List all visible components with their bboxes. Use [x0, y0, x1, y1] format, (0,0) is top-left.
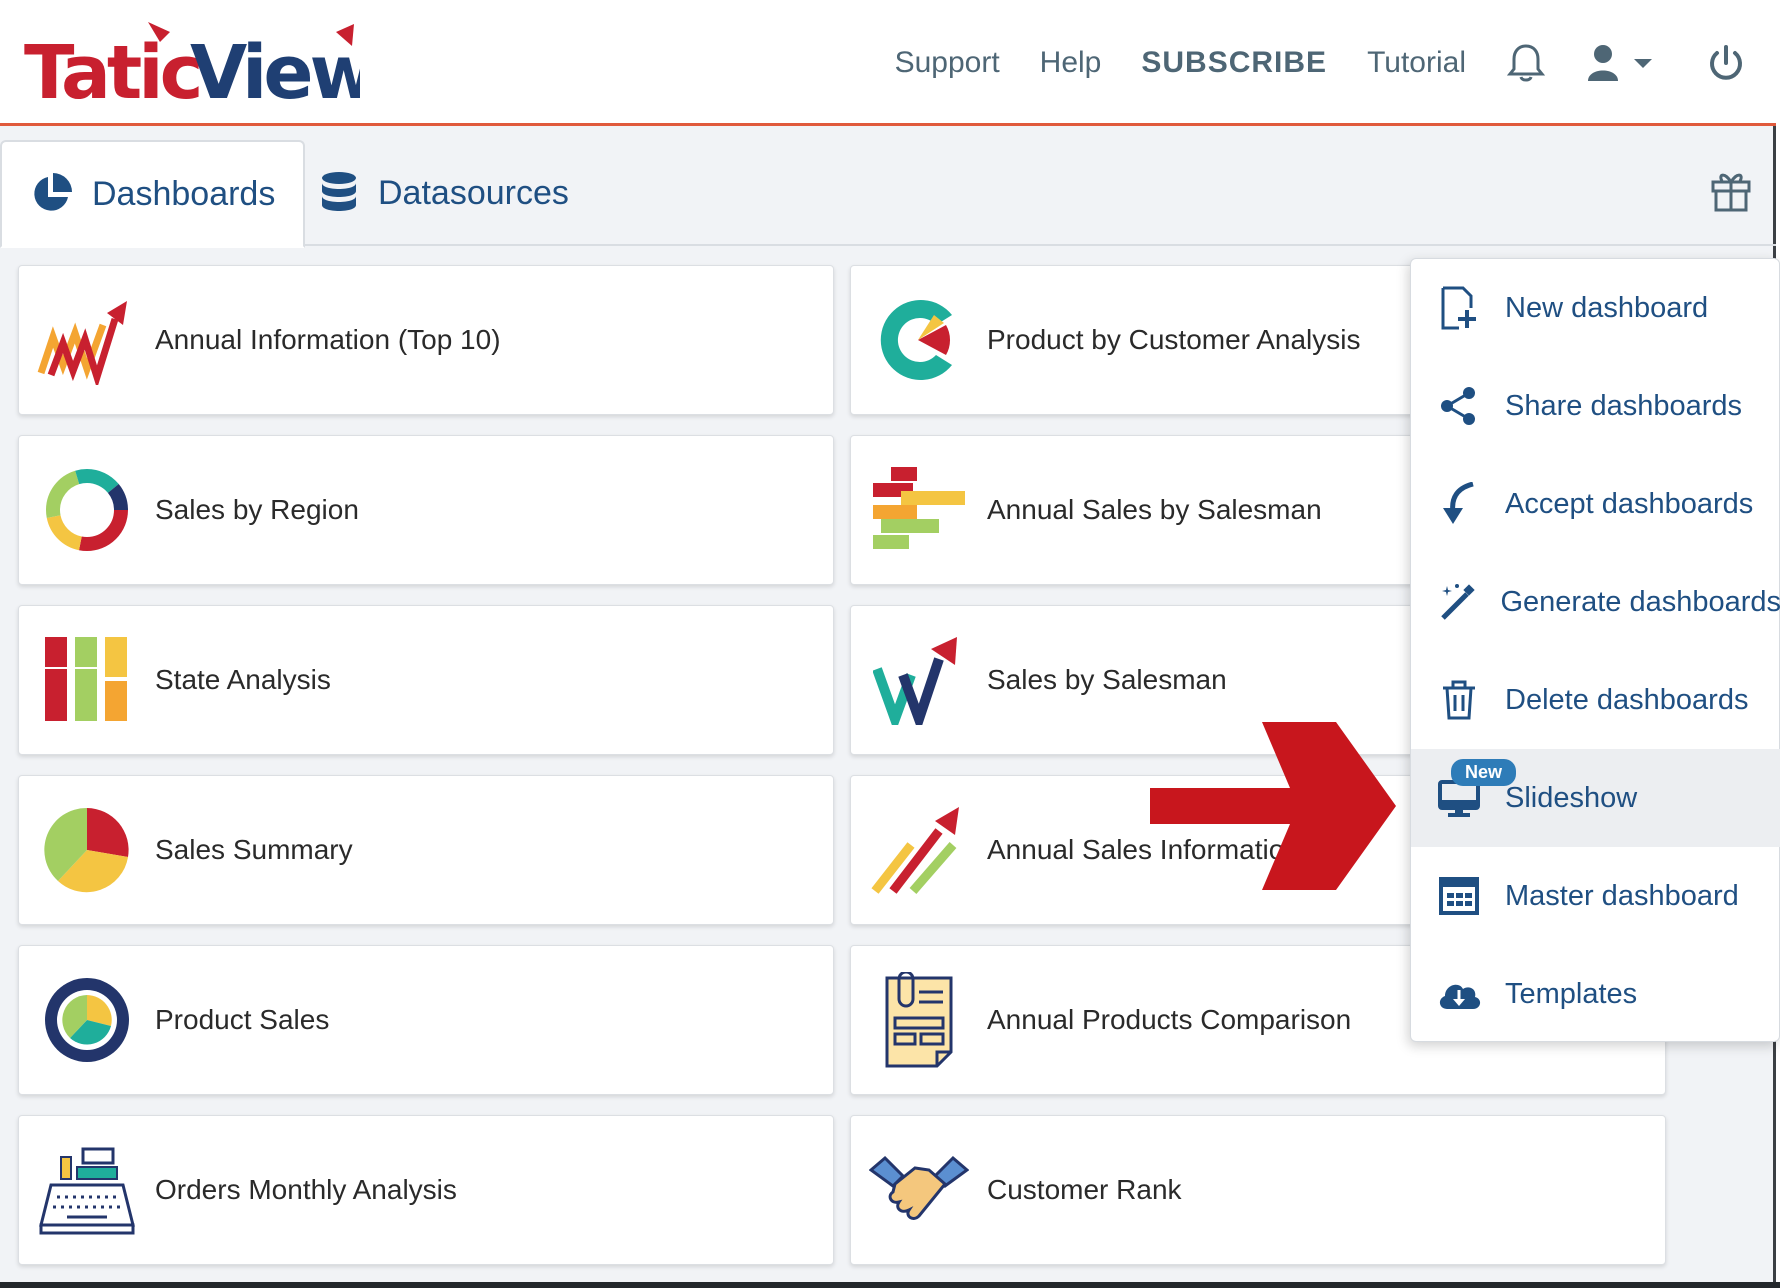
dashboard-card[interactable]: Product Sales	[18, 945, 834, 1095]
rising-arrows-icon	[865, 796, 973, 904]
gift-icon[interactable]	[1710, 168, 1752, 217]
dashboard-actions-menu: New dashboard Share dashboards Accept da…	[1410, 258, 1780, 1042]
trash-icon	[1435, 676, 1483, 724]
horizontal-bars-icon	[865, 456, 973, 564]
accept-arrow-icon	[1435, 480, 1483, 528]
svg-text:Tatic: Tatic	[24, 30, 199, 108]
main-tabs: Dashboards Datasources	[0, 140, 1776, 248]
file-plus-icon	[1435, 284, 1483, 332]
database-icon	[322, 172, 356, 211]
window-bottom-edge	[0, 1282, 1780, 1288]
tutorial-link[interactable]: Tutorial	[1367, 46, 1466, 80]
dashboard-card[interactable]: Orders Monthly Analysis	[18, 1115, 834, 1265]
bell-icon[interactable]	[1506, 42, 1546, 84]
trend-arrow-icon	[33, 286, 141, 394]
dashboard-card[interactable]: State Analysis	[18, 605, 834, 755]
donut-icon	[33, 456, 141, 564]
handshake-icon	[865, 1136, 973, 1244]
pie-icon	[33, 796, 141, 904]
user-menu-toggle[interactable]	[1586, 43, 1656, 83]
menu-item-new-dashboard[interactable]: New dashboard	[1411, 259, 1780, 357]
new-badge: New	[1451, 759, 1517, 786]
menu-item-share-dashboards[interactable]: Share dashboards	[1411, 357, 1780, 455]
layout-icon	[1435, 872, 1483, 920]
svg-text:View: View	[190, 30, 360, 108]
support-link[interactable]: Support	[895, 46, 1000, 80]
tab-datasources-label: Datasources	[378, 173, 569, 212]
menu-item-master-dashboard[interactable]: Master dashboard	[1411, 847, 1780, 945]
pie-chart-icon	[34, 173, 72, 211]
dashboard-card[interactable]: Sales by Region	[18, 435, 834, 585]
cash-register-icon	[33, 1136, 141, 1244]
dashboard-card[interactable]: Customer Rank	[850, 1115, 1666, 1265]
menu-item-templates[interactable]: Templates	[1411, 945, 1780, 1043]
red-arrow-annotation	[1150, 722, 1396, 890]
tab-datasources[interactable]: Datasources	[292, 140, 597, 246]
menu-item-delete-dashboards[interactable]: Delete dashboards	[1411, 651, 1780, 749]
taticview-logo[interactable]: Tatic View	[20, 18, 360, 108]
magic-wand-icon	[1435, 578, 1478, 626]
c-pie-icon	[865, 286, 973, 394]
w-arrow-icon	[865, 626, 973, 734]
menu-item-slideshow[interactable]: New Slideshow	[1411, 749, 1780, 847]
header-nav: Support Help SUBSCRIBE Tutorial	[895, 0, 1746, 126]
tab-dashboards-label: Dashboards	[92, 174, 276, 213]
subscribe-link[interactable]: SUBSCRIBE	[1141, 46, 1327, 80]
menu-item-generate-dashboards[interactable]: Generate dashboards	[1411, 553, 1780, 651]
stacked-columns-icon	[33, 626, 141, 734]
menu-item-accept-dashboards[interactable]: Accept dashboards	[1411, 455, 1780, 553]
top-header: Tatic View Support Help SUBSCRIBE Tutori…	[0, 0, 1776, 126]
help-link[interactable]: Help	[1040, 46, 1102, 80]
dashboard-card[interactable]: Sales Summary	[18, 775, 834, 925]
tab-dashboards[interactable]: Dashboards	[0, 140, 306, 248]
share-icon	[1435, 382, 1483, 430]
power-icon[interactable]	[1706, 43, 1746, 83]
dashboard-card[interactable]: Annual Information (Top 10)	[18, 265, 834, 415]
clipboard-document-icon	[865, 966, 973, 1074]
chevron-down-icon	[1634, 59, 1652, 68]
cloud-download-icon	[1435, 970, 1483, 1018]
ring-pie-icon	[33, 966, 141, 1074]
user-icon	[1588, 45, 1618, 81]
